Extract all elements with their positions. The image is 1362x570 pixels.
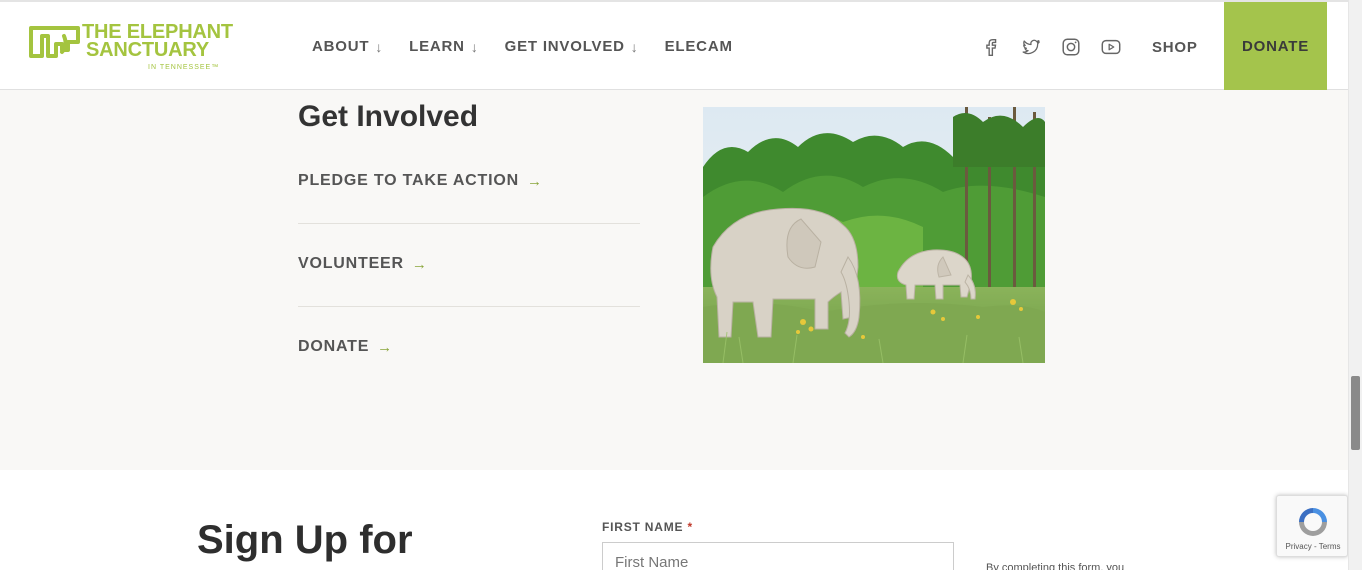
recaptcha-badge[interactable]: Privacy - Terms xyxy=(1276,495,1348,557)
donate-button[interactable]: DONATE xyxy=(1224,2,1327,90)
section-title: Get Involved xyxy=(298,100,479,133)
pledge-link[interactable]: PLEDGE TO TAKE ACTION → xyxy=(298,172,543,190)
nav-item-get-involved[interactable]: GET INVOLVED ↓ xyxy=(505,38,639,55)
first-name-input[interactable] xyxy=(602,542,954,570)
twitter-icon[interactable] xyxy=(1020,36,1042,58)
scrollbar-thumb[interactable] xyxy=(1351,376,1360,450)
youtube-icon[interactable] xyxy=(1100,36,1122,58)
chevron-down-icon: ↓ xyxy=(470,38,479,55)
arrow-right-icon: → xyxy=(377,338,393,356)
chevron-down-icon: ↓ xyxy=(375,38,384,55)
elephants-photo xyxy=(703,107,1045,363)
required-marker: * xyxy=(687,520,693,534)
nav-item-about[interactable]: ABOUT ↓ xyxy=(312,38,383,55)
get-involved-section: Get Involved PLEDGE TO TAKE ACTION → VOL… xyxy=(0,90,1348,470)
signup-title: Sign Up for xyxy=(197,518,413,562)
nav-item-label: ABOUT xyxy=(312,38,370,55)
logo-line-3: IN TENNESSEE™ xyxy=(148,64,220,71)
divider xyxy=(298,306,640,307)
arrow-right-icon: → xyxy=(411,255,428,273)
first-name-label: FIRST NAME * xyxy=(602,520,693,534)
form-disclaimer: By completing this form, you xyxy=(986,562,1125,570)
signup-section: Sign Up for FIRST NAME * By completing t… xyxy=(0,470,1348,570)
arrow-right-icon: → xyxy=(526,172,543,190)
elephant-logo-icon xyxy=(29,26,80,58)
chevron-down-icon: ↓ xyxy=(630,38,639,55)
link-label: VOLUNTEER xyxy=(298,255,404,272)
social-links xyxy=(980,36,1122,58)
link-label: PLEDGE TO TAKE ACTION xyxy=(298,172,519,189)
nav-item-learn[interactable]: LEARN ↓ xyxy=(409,38,478,55)
recaptcha-icon xyxy=(1299,508,1327,536)
nav-item-label: LEARN xyxy=(409,38,465,55)
nav-item-label: ELECAM xyxy=(664,38,733,55)
first-name-label-text: FIRST NAME xyxy=(602,520,684,534)
facebook-icon[interactable] xyxy=(980,36,1002,58)
donate-link[interactable]: DONATE → xyxy=(298,338,393,356)
nav-item-elecam[interactable]: ELECAM xyxy=(665,38,733,55)
link-label: DONATE xyxy=(298,338,370,355)
volunteer-link[interactable]: VOLUNTEER → xyxy=(298,255,428,273)
nav-item-label: GET INVOLVED xyxy=(504,38,625,55)
site-header: THE ELEPHANT SANCTUARY IN TENNESSEE™ ABO… xyxy=(0,0,1348,90)
instagram-icon[interactable] xyxy=(1060,36,1082,58)
page-scrollbar[interactable] xyxy=(1348,0,1362,570)
divider xyxy=(298,223,640,224)
main-nav: ABOUT ↓ LEARN ↓ GET INVOLVED ↓ ELECAM xyxy=(312,38,733,55)
shop-link[interactable]: SHOP xyxy=(1152,39,1198,56)
logo-line-2: SANCTUARY xyxy=(86,39,210,61)
site-logo[interactable]: THE ELEPHANT SANCTUARY IN TENNESSEE™ xyxy=(28,20,250,76)
recaptcha-terms[interactable]: Privacy - Terms xyxy=(1277,542,1349,551)
